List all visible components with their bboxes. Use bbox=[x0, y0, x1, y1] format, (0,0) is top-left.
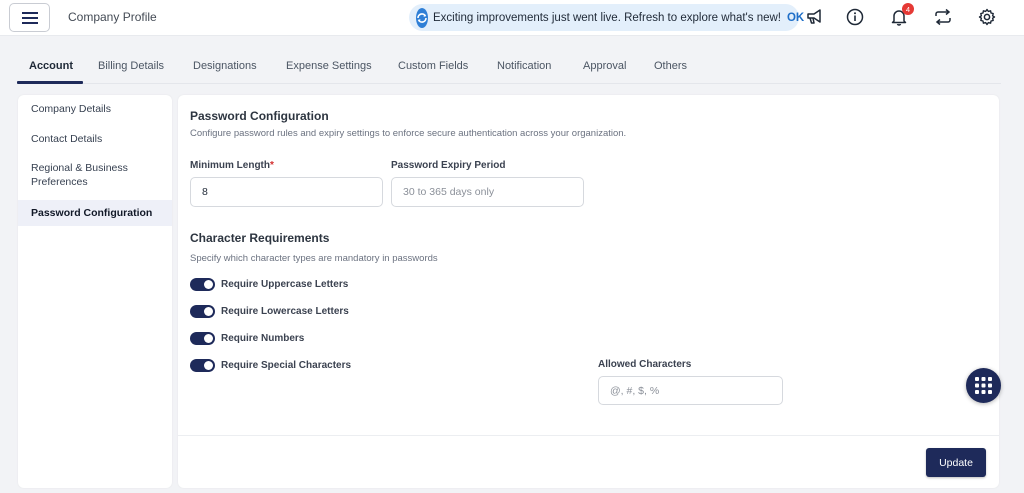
apps-grid-button[interactable] bbox=[966, 368, 1001, 403]
lowercase-toggle-label: Require Lowercase Letters bbox=[221, 306, 349, 317]
tab-account[interactable]: Account bbox=[29, 60, 73, 72]
min-length-label: Minimum Length* bbox=[190, 160, 274, 171]
update-button[interactable]: Update bbox=[926, 448, 986, 477]
sidebar-item-password-configuration[interactable]: Password Configuration bbox=[18, 200, 172, 226]
grid-icon bbox=[975, 377, 992, 394]
banner-text: Exciting improvements just went live. Re… bbox=[433, 11, 781, 24]
toggle-row-numbers: Require Numbers bbox=[190, 332, 304, 345]
required-marker: * bbox=[270, 160, 274, 171]
settings-tabs: Account Billing Details Designations Exp… bbox=[17, 52, 1001, 84]
active-tab-indicator bbox=[17, 81, 83, 84]
top-bar: Company Profile Exciting improvements ju… bbox=[0, 0, 1024, 36]
expiry-period-label: Password Expiry Period bbox=[391, 160, 506, 171]
tab-custom-fields[interactable]: Custom Fields bbox=[398, 60, 468, 72]
panel-divider bbox=[178, 435, 999, 436]
uppercase-toggle-label: Require Uppercase Letters bbox=[221, 279, 349, 290]
toggle-row-lowercase: Require Lowercase Letters bbox=[190, 305, 349, 318]
page-title: Company Profile bbox=[68, 10, 157, 24]
tab-designations[interactable]: Designations bbox=[193, 60, 257, 72]
tab-notification[interactable]: Notification bbox=[497, 60, 551, 72]
notification-badge: 4 bbox=[902, 3, 914, 15]
tab-billing-details[interactable]: Billing Details bbox=[98, 60, 164, 72]
gear-icon[interactable] bbox=[976, 6, 998, 28]
bell-icon[interactable]: 4 bbox=[888, 3, 914, 28]
tab-expense-settings[interactable]: Expense Settings bbox=[286, 60, 372, 72]
update-banner: Exciting improvements just went live. Re… bbox=[409, 4, 804, 31]
sidebar-item-company-details[interactable]: Company Details bbox=[18, 102, 172, 116]
section-title-characters: Character Requirements bbox=[190, 231, 330, 245]
min-length-input[interactable]: 8 bbox=[190, 177, 383, 207]
banner-ok-link[interactable]: OK bbox=[787, 12, 804, 24]
switch-icon[interactable] bbox=[932, 6, 954, 28]
expiry-period-input[interactable]: 30 to 365 days only bbox=[391, 177, 584, 207]
menu-icon bbox=[21, 11, 38, 24]
password-config-panel: Password Configuration Configure passwor… bbox=[178, 95, 999, 488]
uppercase-toggle[interactable] bbox=[190, 278, 215, 291]
megaphone-icon[interactable] bbox=[804, 6, 826, 28]
tab-approval[interactable]: Approval bbox=[583, 60, 626, 72]
lowercase-toggle[interactable] bbox=[190, 305, 215, 318]
menu-button[interactable] bbox=[9, 3, 50, 32]
numbers-toggle[interactable] bbox=[190, 332, 215, 345]
sidebar-item-regional-preferences[interactable]: Regional & Business Preferences bbox=[18, 161, 148, 189]
allowed-characters-label: Allowed Characters bbox=[598, 359, 692, 370]
numbers-toggle-label: Require Numbers bbox=[221, 333, 305, 344]
special-characters-toggle[interactable] bbox=[190, 359, 215, 372]
info-icon[interactable] bbox=[844, 6, 866, 28]
settings-sidebar: Company Details Contact Details Regional… bbox=[18, 95, 172, 488]
section-description-characters: Specify which character types are mandat… bbox=[190, 253, 438, 264]
toggle-row-uppercase: Require Uppercase Letters bbox=[190, 278, 348, 291]
sidebar-item-contact-details[interactable]: Contact Details bbox=[18, 132, 172, 146]
allowed-characters-input[interactable]: @, #, $, % bbox=[598, 376, 783, 405]
toggle-row-special: Require Special Characters bbox=[190, 359, 351, 372]
section-title-password: Password Configuration bbox=[190, 109, 329, 123]
tab-others[interactable]: Others bbox=[654, 60, 687, 72]
refresh-icon bbox=[416, 7, 428, 28]
section-description-password: Configure password rules and expiry sett… bbox=[190, 128, 627, 139]
special-characters-toggle-label: Require Special Characters bbox=[221, 360, 352, 371]
